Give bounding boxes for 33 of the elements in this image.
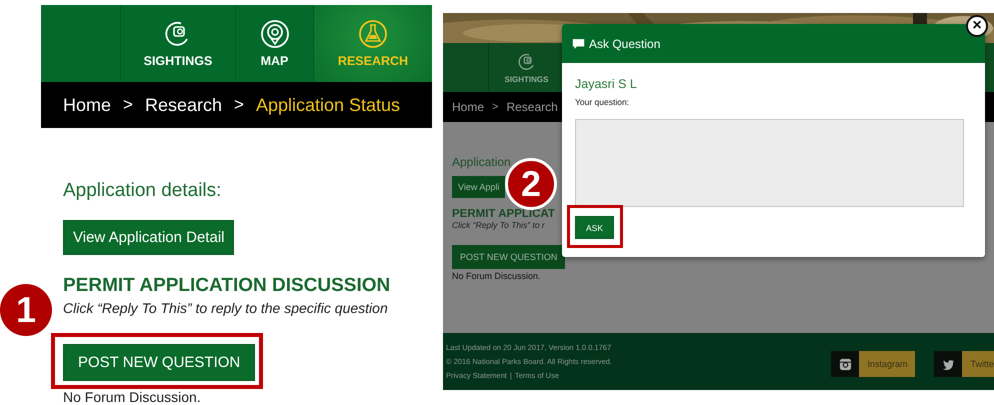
- social-icon-tile[interactable]: [934, 351, 962, 377]
- field-label: Your question:: [575, 97, 630, 107]
- map-pin-icon: [260, 19, 290, 49]
- breadcrumb-separator: >: [492, 101, 498, 113]
- empty-note: No Forum Discussion.: [452, 271, 542, 281]
- empty-note: No Forum Discussion.: [63, 389, 202, 405]
- breadcrumb-link[interactable]: Research: [506, 100, 558, 114]
- section-heading: PERMIT APPLICATION DISCUSSION: [63, 275, 392, 297]
- user-name: Jayasri S L: [575, 77, 638, 91]
- camera-icon: [516, 52, 536, 72]
- breadcrumb-separator: >: [234, 95, 244, 115]
- hint-text: Click “Reply To This” to r: [452, 220, 545, 230]
- view-detail-button[interactable]: View Application Detail: [63, 220, 234, 255]
- bird-icon: [942, 358, 955, 370]
- breadcrumb-link[interactable]: Application Status: [256, 94, 400, 116]
- section-heading: PERMIT APPLICAT: [452, 208, 556, 220]
- hint-text: Click “Reply To This” to reply to the specific question: [63, 300, 389, 316]
- speech-bubble-icon: [572, 38, 585, 50]
- section-label: Application details:: [63, 180, 222, 202]
- post-question-button[interactable]: POST NEW QUESTION: [63, 344, 256, 381]
- breadcrumb-link[interactable]: Home: [452, 100, 484, 114]
- post-question-button[interactable]: POST NEW QUESTION: [452, 245, 566, 269]
- social-icon-tile[interactable]: [831, 351, 860, 377]
- breadcrumb-link[interactable]: Research: [144, 94, 222, 116]
- breadcrumb-link[interactable]: Home: [63, 94, 112, 116]
- view-detail-button[interactable]: View Appli: [452, 176, 506, 198]
- flask-icon: [358, 19, 388, 49]
- dialog-title: Ask Question: [589, 36, 660, 50]
- ask-button[interactable]: ASK: [575, 216, 614, 239]
- breadcrumb-separator: >: [123, 95, 133, 115]
- camera-icon: [838, 358, 852, 370]
- question-field[interactable]: [575, 119, 964, 207]
- step-marker: 1: [0, 284, 52, 336]
